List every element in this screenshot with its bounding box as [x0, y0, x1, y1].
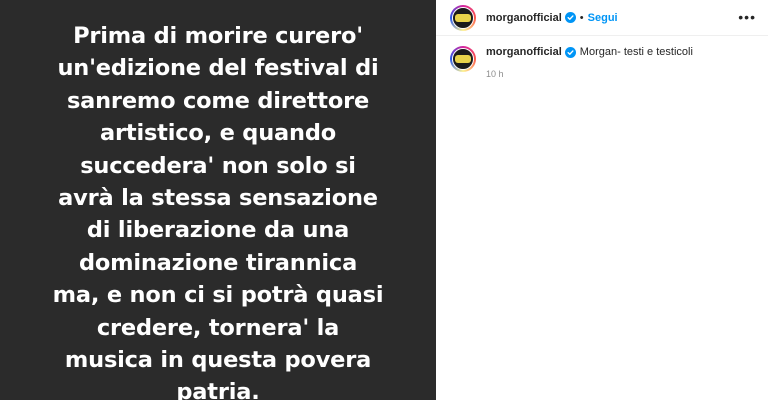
comment-avatar[interactable] — [450, 46, 476, 72]
verified-badge-icon — [564, 46, 576, 58]
logo-icon — [455, 13, 471, 22]
post-header: morganofficial • Segui ••• — [436, 0, 768, 36]
post-timestamp[interactable]: 10 h — [486, 69, 693, 79]
caption-text: Morgan- testi e testicoli — [579, 46, 693, 58]
comment-username-link[interactable]: morganofficial — [486, 46, 562, 58]
username-link[interactable]: morganofficial — [486, 12, 562, 24]
more-options-icon[interactable]: ••• — [738, 9, 756, 25]
comment-line: morganofficial Morgan- testi e testicoli — [486, 46, 693, 58]
avatar-image — [452, 6, 474, 29]
comment-body: morganofficial Morgan- testi e testicoli… — [486, 46, 693, 79]
post-sidebar: morganofficial • Segui ••• morganofficia… — [436, 0, 768, 400]
verified-badge-icon — [564, 12, 576, 23]
post-text: Prima di morire curero' un'edizione del … — [52, 23, 384, 400]
caption-comment: morganofficial Morgan- testi e testicoli… — [450, 46, 693, 79]
comment-avatar-image — [452, 48, 474, 70]
separator-dot: • — [579, 11, 584, 24]
avatar[interactable] — [450, 4, 476, 31]
follow-button[interactable]: Segui — [588, 12, 618, 24]
logo-icon — [455, 55, 471, 63]
post-image: Prima di morire curero' un'edizione del … — [0, 0, 436, 400]
